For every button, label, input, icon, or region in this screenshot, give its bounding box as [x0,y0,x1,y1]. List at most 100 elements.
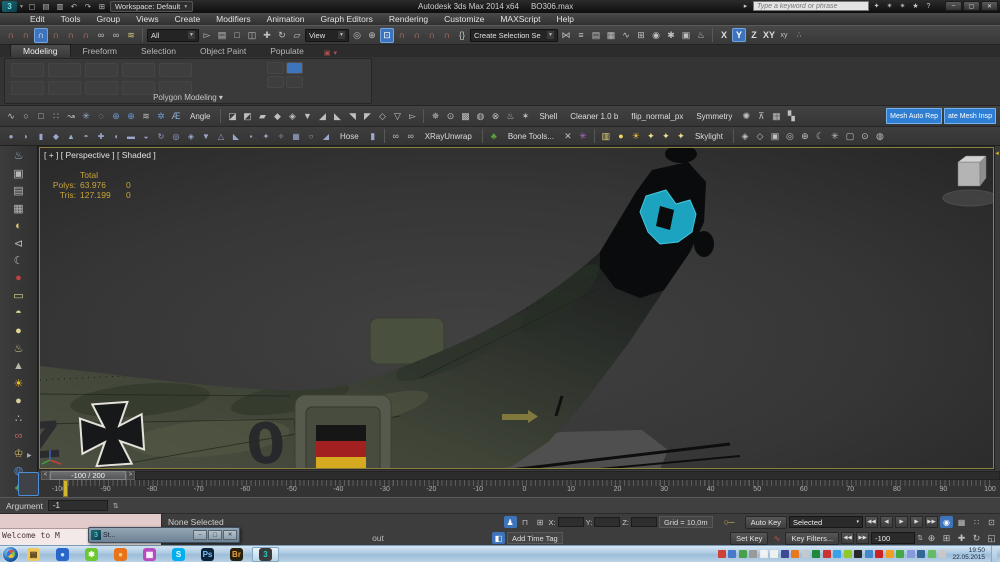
align-icon[interactable]: ≡ [574,28,588,43]
select-object-icon[interactable]: ▻ [200,28,214,43]
spline-icon[interactable]: ∿ [4,109,18,124]
search-tools-icon[interactable]: ✶ [884,2,895,10]
go-end-button[interactable]: ▶▶ [925,516,938,528]
mini-restore-button[interactable]: ▢ [208,530,222,540]
spot-icon[interactable]: ✦ [659,129,673,144]
snap-25d-icon[interactable]: ∩ [19,28,33,43]
select-rotate-icon[interactable]: ↻ [275,28,289,43]
current-time-field[interactable]: -100 [871,532,915,544]
poly-op-icon[interactable]: ▼ [300,109,314,124]
primitive-icon[interactable]: ◆ [49,129,63,144]
axis-constraint-icon[interactable]: xy [777,28,791,43]
mesh-inspect-button[interactable]: ate Mesh Insp [944,108,996,124]
selection-filter-dropdown[interactable]: All▼ [147,29,199,42]
tool-icon[interactable]: ▦ [769,109,783,124]
tray-icon[interactable] [791,550,799,558]
auto-key-button[interactable]: Auto Key [745,516,787,529]
snap-spinner-icon[interactable]: ∩ [79,28,93,43]
ribbon-mini-button[interactable] [286,76,303,88]
primitive-icon[interactable]: ◢ [319,129,333,144]
time-prev-button[interactable]: < [41,471,50,480]
taskbar-media-app[interactable]: ▦ [136,547,163,562]
tool-icon[interactable]: ✶ [518,109,532,124]
layer-manager-icon[interactable]: ▤ [589,28,603,43]
dashed-circle-icon[interactable]: ◌ [94,109,108,124]
spheres-pair-icon[interactable]: ∞ [6,427,32,445]
tray-icon[interactable] [823,550,831,558]
taskbar-bridge[interactable]: Br [223,547,250,562]
dome-icon[interactable]: ◓ [6,305,32,323]
search-communities-icon[interactable]: ✦ [871,2,882,10]
zoom-icon[interactable]: ⊕ [925,532,938,544]
ribbon-button[interactable] [11,63,44,77]
sphere2-icon[interactable]: ● [6,392,32,410]
menu-item[interactable]: Customize [436,14,492,24]
taskbar-thunderbird[interactable]: ● [49,547,76,562]
app-logo-icon[interactable]: 3 [2,1,17,12]
cone-icon[interactable]: ▲ [6,357,32,375]
curve-editor-icon[interactable]: ∿ [619,28,633,43]
viewport-label[interactable]: [ + ] [ Perspective ] [ Shaded ] [44,150,156,160]
poly-op-icon[interactable]: ◩ [240,109,254,124]
hose-button[interactable]: Hose [334,129,365,144]
teapot-icon[interactable]: ♨ [6,340,32,358]
primitive-icon[interactable]: ▮ [34,129,48,144]
rect-region-icon[interactable]: □ [230,28,244,43]
bone-tools-button[interactable]: Bone Tools... [502,129,560,144]
tray-icon[interactable] [865,550,873,558]
utility-icon[interactable]: ▣ [768,129,782,144]
set-keys-key-icon[interactable]: ○─ [715,517,743,527]
default-in-out-tangent-icon[interactable]: ∿ [770,532,783,544]
key-step-fwd-icon[interactable]: ▶▶ [856,532,869,544]
menu-item[interactable]: Edit [22,14,53,24]
tree-icon[interactable]: ♣ [487,129,501,144]
snap-2d-icon[interactable]: ∩ [4,28,18,43]
target2-icon[interactable]: ⊕ [124,109,138,124]
next-frame-button[interactable]: ▶ [910,516,923,528]
speaker-icon[interactable]: ⊲ [6,235,32,253]
skylight-button[interactable]: Skylight [689,129,729,144]
mini-minimize-button[interactable]: – [193,530,207,540]
circle-icon[interactable]: ○ [19,109,33,124]
track-bar[interactable]: ▦ -100-90-80-70-60-50-40-30-20-100102030… [0,480,1000,497]
select-link-icon[interactable]: ∞ [94,28,108,43]
sphere-icon[interactable]: ● [6,322,32,340]
ribbon-tab[interactable]: Modeling [10,44,71,57]
arc-icon[interactable]: ↝ [64,109,78,124]
rail-overflow-icon[interactable]: ▶ [27,452,32,459]
save-file-icon[interactable]: ▥ [54,1,66,12]
window-crossing-icon[interactable]: ◫ [245,28,259,43]
ribbon-toggle-icon[interactable]: ▦ [604,28,618,43]
primitive-icon[interactable]: ▦ [289,129,303,144]
primitive-icon[interactable]: ▬ [124,129,138,144]
star-icon[interactable]: ✳ [79,109,93,124]
y-coordinate-field[interactable] [594,517,620,527]
poly-op-icon[interactable]: ◪ [225,109,239,124]
bind-spacewarp-icon[interactable]: ≋ [124,28,138,43]
tool-icon[interactable]: ⊙ [443,109,457,124]
time-spinner[interactable]: ⇅ [917,534,923,542]
taskbar-firefox[interactable]: ● [107,547,134,562]
viewport-scroll-arrow[interactable]: ◄ [994,151,1000,157]
favorites-icon[interactable]: ★ [910,2,921,10]
spreadsheet-icon[interactable]: ▦ [6,200,32,218]
primitive-icon[interactable]: ◖ [109,129,123,144]
poly-op-icon[interactable]: ◇ [375,109,389,124]
tool-icon[interactable]: ⊼ [754,109,768,124]
angle-snap-icon[interactable]: ∩ [410,28,424,43]
mesh-inspect-button[interactable]: Mesh Auto Rep [886,108,942,124]
redo-icon[interactable]: ↷ [82,1,94,12]
spinner-snap-icon[interactable]: ∩ [440,28,454,43]
utility-icon[interactable]: ◎ [783,129,797,144]
poly-op-icon[interactable]: ◈ [285,109,299,124]
utility-icon[interactable]: ⊙ [858,129,872,144]
time-next-button[interactable]: > [126,471,135,480]
select-manipulate-icon[interactable]: ⊕ [365,28,379,43]
select-by-name-icon[interactable]: ▤ [215,28,229,43]
tray-icon[interactable] [739,550,747,558]
mini-curve-editor-button[interactable] [18,472,39,496]
open-file-icon[interactable]: ▤ [40,1,52,12]
tray-icon[interactable] [886,550,894,558]
poly-op-icon[interactable]: ▰ [255,109,269,124]
primitive-icon[interactable]: ● [4,129,18,144]
